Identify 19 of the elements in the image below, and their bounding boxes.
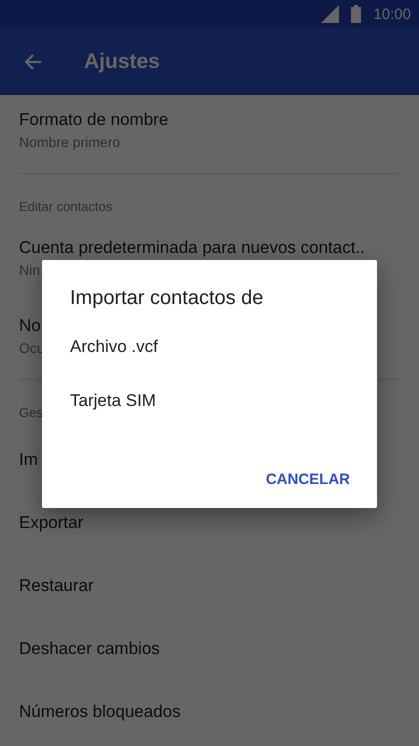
item-title: Deshacer cambios bbox=[19, 638, 160, 660]
status-time: 10:00 bbox=[373, 6, 411, 22]
item-title: Cuenta predeterminada para nuevos contact.. bbox=[19, 237, 365, 259]
back-arrow-icon[interactable] bbox=[23, 52, 43, 72]
item-title: No bbox=[19, 315, 41, 337]
dialog-option[interactable]: Archivo .vcf bbox=[42, 320, 377, 374]
item-title: Restaurar bbox=[19, 574, 94, 596]
settings-item[interactable]: Restaurar bbox=[0, 554, 419, 617]
signal-icon bbox=[321, 5, 340, 23]
settings-item[interactable]: Deshacer cambios bbox=[0, 617, 419, 680]
cancel-button[interactable]: CANCELAR bbox=[256, 461, 359, 498]
item-title: Formato de nombre bbox=[19, 109, 168, 131]
settings-item[interactable]: Números bloqueados bbox=[0, 680, 419, 743]
dialog-title: Importar contactos de bbox=[70, 286, 264, 310]
battery-icon bbox=[351, 5, 362, 23]
dialog-option[interactable]: Tarjeta SIM bbox=[42, 374, 377, 428]
item-title: Números bloqueados bbox=[19, 700, 181, 722]
screen-title: Ajustes bbox=[84, 50, 160, 74]
item-title: Exportar bbox=[19, 512, 84, 534]
